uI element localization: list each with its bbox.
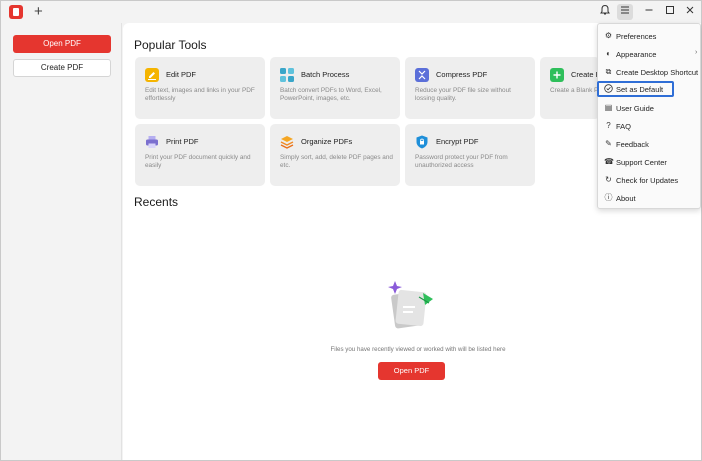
recents-heading: Recents [134, 195, 179, 209]
popular-tools-heading: Popular Tools [134, 38, 207, 52]
tool-title: Compress PDF [436, 70, 488, 79]
question-icon: ? [606, 121, 611, 130]
tool-title: Batch Process [301, 70, 350, 79]
open-pdf-button-main[interactable]: Open PDF [378, 362, 445, 380]
organize-icon [280, 135, 294, 149]
menu-item-label: Feedback [616, 140, 649, 149]
tool-title: Edit PDF [166, 70, 197, 79]
menu-item-label: Create Desktop Shortcut [616, 68, 699, 77]
menu-item-label: Check for Updates [616, 176, 679, 185]
tool-card-batch-process[interactable]: Batch Process Batch convert PDFs to Word… [270, 57, 400, 119]
tool-card-edit-pdf[interactable]: Edit PDF Edit text, images and links in … [135, 57, 265, 119]
app-window: + Open PDF Create PDF Popular Tools Edit… [0, 0, 702, 461]
encrypt-icon [415, 135, 429, 149]
tool-title: Organize PDFs [301, 137, 353, 146]
app-menu-dropdown: ⚙ Preferences ◐ Appearance › ⧉ Create De… [597, 23, 701, 209]
close-icon[interactable] [682, 4, 698, 20]
maximize-icon[interactable] [662, 4, 678, 20]
sidebar: Open PDF Create PDF [1, 23, 122, 460]
menu-item-preferences[interactable]: ⚙ Preferences [598, 28, 702, 44]
tool-description: Create a Blank PDF [550, 87, 600, 94]
empty-recents-text: Files you have recently viewed or worked… [330, 346, 506, 353]
create-pdf-button[interactable]: Create PDF [13, 59, 111, 77]
menu-item-check-for-updates[interactable]: ↻ Check for Updates [598, 172, 702, 188]
menu-item-label: Set as Default [616, 85, 664, 94]
menu-item-support-center[interactable]: ☎ Support Center [598, 154, 702, 170]
palette-icon: ◐ [606, 49, 611, 58]
batch-icon [280, 68, 294, 82]
open-pdf-button[interactable]: Open PDF [13, 35, 111, 53]
menu-item-label: Appearance [616, 50, 657, 59]
tool-card-encrypt-pdf[interactable]: Encrypt PDF Password protect your PDF fr… [405, 124, 535, 186]
menu-item-label: FAQ [616, 122, 632, 131]
menu-item-create-desktop-shortcut[interactable]: ⧉ Create Desktop Shortcut [598, 64, 702, 80]
print-icon [145, 135, 159, 149]
menu-item-label: About [616, 194, 636, 203]
menu-item-label: User Guide [616, 104, 654, 113]
tool-description: Print your PDF document quickly and easi… [145, 154, 251, 170]
tool-card-print-pdf[interactable]: Print PDF Print your PDF document quickl… [135, 124, 265, 186]
title-bar: + [1, 1, 701, 23]
edit-icon [145, 68, 159, 82]
new-tab-button[interactable]: + [34, 3, 43, 20]
tool-title: Encrypt PDF [436, 137, 479, 146]
minimize-icon[interactable] [641, 4, 657, 20]
tool-description: Password protect your PDF from unauthori… [415, 154, 508, 170]
menu-item-label: Preferences [616, 32, 657, 41]
menu-item-user-guide[interactable]: ▤ User Guide [598, 100, 702, 116]
chevron-right-icon: › [695, 49, 698, 56]
gear-icon: ⚙ [604, 31, 613, 40]
tool-title: Print PDF [166, 137, 199, 146]
tool-title: Create PDF [571, 70, 600, 79]
menu-item-faq[interactable]: ? FAQ [598, 118, 702, 134]
empty-recents-illustration [385, 279, 439, 335]
feedback-icon: ✎ [605, 139, 612, 148]
check-circle-icon [604, 84, 613, 93]
info-icon: ⓘ [604, 193, 613, 202]
bell-icon[interactable] [597, 4, 613, 20]
tool-card-compress-pdf[interactable]: Compress PDF Reduce your PDF file size w… [405, 57, 535, 119]
tool-description: Reduce your PDF file size without lossin… [415, 87, 511, 103]
tool-card-organize-pdfs[interactable]: Organize PDFs Simply sort, add, delete P… [270, 124, 400, 186]
tool-description: Edit text, images and links in your PDF … [145, 87, 255, 103]
menu-item-feedback[interactable]: ✎ Feedback [598, 136, 702, 152]
menu-item-about[interactable]: ⓘ About [598, 190, 702, 206]
pdf-app-logo-icon [9, 5, 23, 19]
menu-item-set-as-default[interactable]: Set as Default [597, 81, 674, 97]
tool-description: Simply sort, add, delete PDF pages and e… [280, 154, 393, 170]
shortcut-icon: ⧉ [605, 67, 612, 76]
tool-card-create-pdf[interactable]: Create PDF Create a Blank PDF [540, 57, 600, 119]
compress-icon [415, 68, 429, 82]
support-icon: ☎ [604, 157, 614, 166]
book-icon: ▤ [604, 103, 613, 112]
menu-icon[interactable] [617, 4, 633, 20]
menu-item-label: Support Center [616, 158, 667, 167]
menu-item-appearance[interactable]: ◐ Appearance › [598, 46, 702, 62]
create-icon [550, 68, 564, 82]
tool-description: Batch convert PDFs to Word, Excel, Power… [280, 87, 382, 103]
update-icon: ↻ [605, 175, 612, 184]
